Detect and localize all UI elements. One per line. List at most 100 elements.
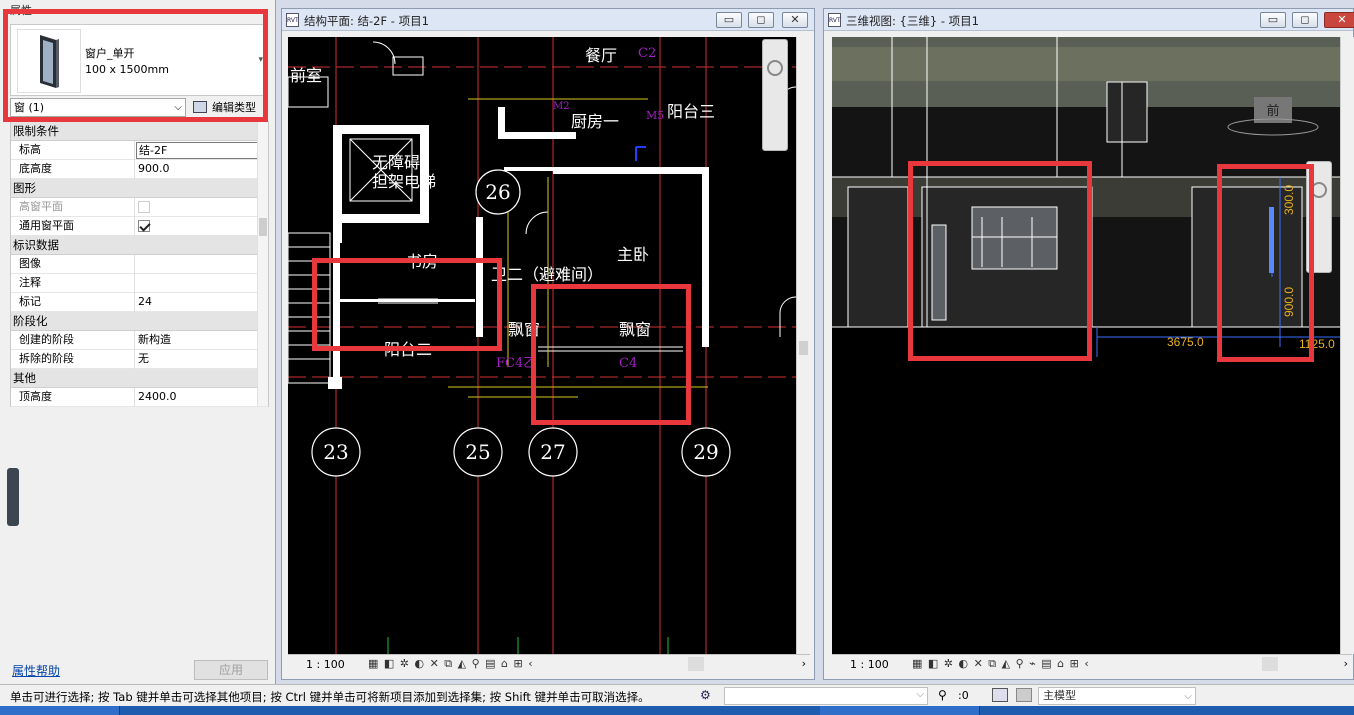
properties-grid: 限制条件⌃ 标高结-2F 底高度900.0 图形⌃ 高窗平面 通用窗平面 标识数… — [10, 121, 269, 407]
scale-selector[interactable]: 1 : 100 — [306, 658, 345, 671]
param-row-level[interactable]: 标高 结-2F — [11, 141, 268, 160]
plan-vertical-scrollbar[interactable] — [796, 37, 810, 654]
dimension-label: 900.0 — [1282, 287, 1296, 317]
instance-filter-dropdown[interactable]: 窗 (1) ⌵ — [10, 98, 186, 117]
section-phasing[interactable]: 阶段化⌃ — [11, 312, 268, 331]
section-title: 标识数据 — [13, 238, 59, 252]
param-row-phase-demolished[interactable]: 拆除的阶段无 — [11, 350, 268, 369]
param-row-comments[interactable]: 注释 — [11, 274, 268, 293]
room-label: 阳台三 — [667, 102, 715, 121]
room-label: 飘窗 — [508, 320, 540, 339]
editable-only-icon[interactable] — [992, 688, 1008, 702]
edit-type-button[interactable]: 编辑类型 — [190, 98, 268, 117]
3d-canvas[interactable]: 前 3675.0 1125.0 900.0 300.0 — [832, 37, 1340, 654]
status-bar: 单击可进行选择; 按 Tab 键并单击可选择其他项目; 按 Ctrl 键并单击可… — [0, 684, 1354, 706]
level-field[interactable]: 结-2F — [136, 142, 258, 159]
plan-canvas[interactable]: 餐厅 厨房一 阳台三 主卧 书房 卫二（避难间） 飘窗 飘窗 阳台二 无障碍 担… — [288, 37, 796, 654]
window-type-thumbnail — [17, 29, 81, 93]
plan-view-titlebar[interactable]: RVT 结构平面: 结-2F - 项目1 ▭ ◻ ✕ — [282, 9, 814, 31]
maximize-button[interactable]: ◻ — [748, 12, 774, 28]
minimize-button[interactable]: ▭ — [1260, 12, 1286, 28]
param-label: 标记 — [11, 293, 135, 312]
view-icon: RVT — [286, 13, 299, 27]
param-label: 高窗平面 — [11, 198, 135, 217]
design-option-value: 主模型 — [1043, 689, 1076, 702]
close-button[interactable]: ✕ — [1324, 12, 1354, 28]
param-row-image[interactable]: 图像 — [11, 255, 268, 274]
room-label: 卫二（避难间） — [491, 265, 603, 284]
scroll-right-icon[interactable]: › — [1344, 657, 1348, 670]
head-height-field[interactable]: 2400.0 — [136, 388, 258, 407]
mark-field[interactable]: 24 — [136, 293, 258, 312]
scale-selector[interactable]: 1 : 100 — [850, 658, 889, 671]
taskbar-button[interactable] — [0, 706, 120, 715]
param-row-sill-height[interactable]: 底高度 900.0 — [11, 160, 268, 179]
maximize-button[interactable]: ◻ — [1292, 12, 1318, 28]
param-row-generic-window-plan[interactable]: 通用窗平面 — [11, 217, 268, 236]
section-identity-data[interactable]: 标识数据⌃ — [11, 236, 268, 255]
room-label: 书房 — [406, 252, 438, 271]
taskbar-button[interactable] — [820, 706, 980, 715]
selection-count: :0 — [958, 689, 969, 702]
3d-view-window[interactable]: RVT 三维视图: {三维} - 项目1 ▭ ◻ ✕ 前 3675.0 1125… — [823, 8, 1354, 680]
properties-help-link[interactable]: 属性帮助 — [12, 662, 60, 679]
worksets-icon[interactable]: ⚙ — [700, 688, 718, 704]
grid-bubble-label: 29 — [693, 440, 718, 464]
scroll-right-icon[interactable]: › — [802, 657, 806, 670]
filter-icon[interactable]: ⚲ — [938, 688, 947, 702]
grid-bubble-label: 23 — [323, 440, 348, 464]
checkbox[interactable] — [138, 220, 150, 232]
chevron-down-icon[interactable]: ▾ — [258, 55, 263, 65]
steering-wheel-icon[interactable] — [1311, 182, 1327, 198]
3d-view-titlebar[interactable]: RVT 三维视图: {三维} - 项目1 ▭ ◻ ✕ — [824, 9, 1354, 31]
window-tag: C4 — [619, 356, 637, 371]
dimension-label: 3675.0 — [1167, 335, 1204, 349]
3d-view-title: 三维视图: {三维} - 项目1 — [846, 14, 979, 28]
close-button[interactable]: ✕ — [782, 12, 808, 28]
dimension-label: 300.0 — [1282, 185, 1296, 215]
scrollbar-thumb[interactable] — [259, 218, 267, 236]
param-row-head-height[interactable]: 顶高度 2400.0 — [11, 388, 268, 407]
scrollbar-thumb[interactable] — [799, 341, 808, 355]
steering-wheel-icon[interactable] — [767, 60, 783, 76]
apply-button[interactable]: 应用 — [194, 660, 268, 680]
image-field[interactable] — [136, 255, 258, 274]
param-value[interactable] — [136, 217, 258, 236]
navigation-bar[interactable] — [1306, 161, 1332, 273]
param-label: 拆除的阶段 — [11, 350, 135, 369]
window-tag: FC4乙 — [496, 356, 536, 371]
properties-scrollbar[interactable] — [257, 122, 268, 406]
room-label: 主卧 — [617, 245, 649, 264]
param-row-mark[interactable]: 标记 24 — [11, 293, 268, 312]
view-control-icons[interactable]: ▦ ◧ ✲ ◐ ✕ ⧉ ◭ ⚲ ⌁ ▤ ⌂ ⊞ ‹ — [912, 657, 1090, 671]
taskbar — [0, 706, 1354, 715]
comments-field[interactable] — [136, 274, 258, 293]
section-other[interactable]: 其他⌃ — [11, 369, 268, 388]
phase-demolished-field[interactable]: 无 — [136, 350, 258, 369]
navigation-bar[interactable] — [762, 39, 788, 151]
grid-bubble-label: 27 — [540, 440, 565, 464]
3d-horizontal-scrollbar-thumb[interactable] — [1262, 657, 1278, 671]
workset-dropdown[interactable]: ⌵ — [724, 687, 928, 705]
sill-height-field[interactable]: 900.0 — [136, 160, 258, 179]
panel-dock-handle[interactable] — [7, 468, 19, 526]
3d-vertical-scrollbar[interactable] — [1340, 37, 1354, 654]
param-value — [136, 198, 258, 217]
phase-created-field[interactable]: 新构造 — [136, 331, 258, 350]
param-row-high-window-plan: 高窗平面 — [11, 198, 268, 217]
design-options-icon[interactable] — [1016, 688, 1032, 702]
plan-horizontal-scrollbar-thumb[interactable] — [688, 657, 704, 671]
3d-view-control-bar: 1 : 100 ▦ ◧ ✲ ◐ ✕ ⧉ ◭ ⚲ ⌁ ▤ ⌂ ⊞ ‹ › — [832, 654, 1352, 674]
param-row-phase-created[interactable]: 创建的阶段 新构造 — [11, 331, 268, 350]
design-option-dropdown[interactable]: 主模型 ⌵ — [1038, 687, 1196, 705]
type-name: 窗户_单开 — [85, 47, 135, 60]
section-title: 其他 — [13, 371, 36, 385]
plan-view-window[interactable]: RVT 结构平面: 结-2F - 项目1 ▭ ◻ ✕ 餐厅 厨房一 阳台三 主卧… — [281, 8, 815, 680]
view-icon: RVT — [828, 13, 841, 27]
param-label: 标高 — [11, 141, 135, 160]
minimize-button[interactable]: ▭ — [716, 12, 742, 28]
view-control-icons[interactable]: ▦ ◧ ✲ ◐ ✕ ⧉ ◭ ⚲ ▤ ⌂ ⊞ ‹ — [368, 657, 534, 671]
section-graphics[interactable]: 图形⌃ — [11, 179, 268, 198]
type-selector[interactable]: 窗户_单开 100 x 1500mm ▾ — [10, 24, 268, 96]
section-constraints[interactable]: 限制条件⌃ — [11, 122, 268, 141]
